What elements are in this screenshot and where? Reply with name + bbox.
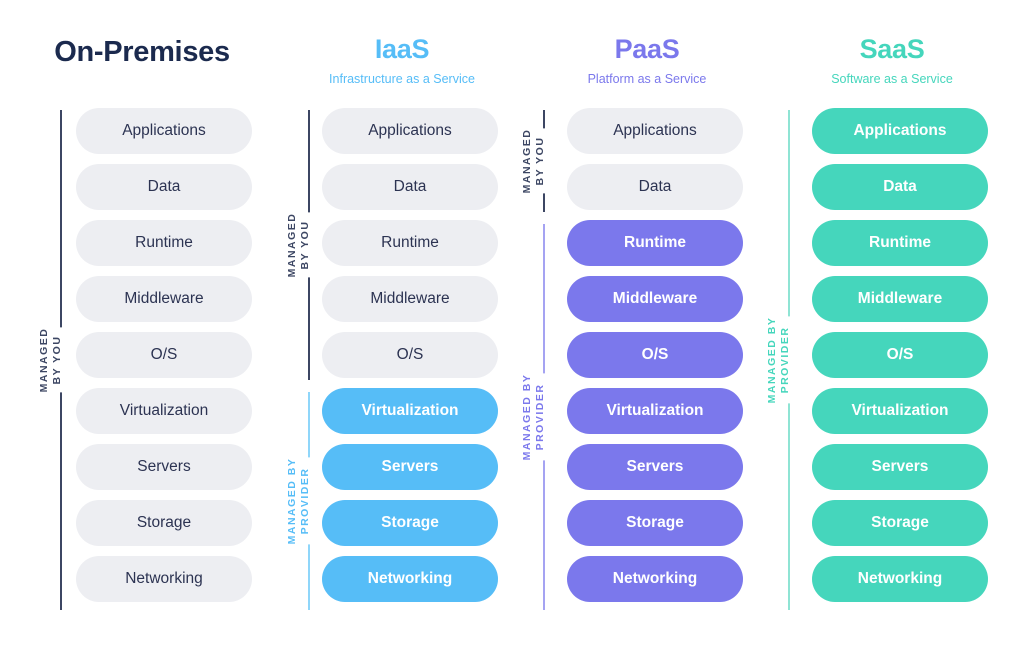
bracket-label-line-1: MANAGED	[286, 212, 298, 278]
bracket-label-line-1: MANAGED BY	[521, 373, 533, 461]
column-on-premises: On-Premises MANAGED BY YOU Applications …	[18, 0, 266, 661]
column-subtitle-paas: Platform as a Service	[587, 72, 707, 86]
layer-pill-storage[interactable]: Storage	[567, 500, 743, 546]
layer-pill-storage[interactable]: Storage	[812, 500, 988, 546]
column-title-on-premises: On-Premises	[54, 36, 230, 68]
layer-pill-data[interactable]: Data	[567, 164, 743, 210]
layer-pill-servers[interactable]: Servers	[567, 444, 743, 490]
column-header-paas: PaaS Platform as a Service	[523, 36, 771, 86]
column-subtitle-saas: Software as a Service	[831, 72, 953, 86]
layer-pill-data[interactable]: Data	[76, 164, 252, 210]
layer-pill-storage[interactable]: Storage	[76, 500, 252, 546]
bracket-label: MANAGED BY PROVIDER	[279, 457, 319, 545]
bracket-label-line-2: BY YOU	[534, 136, 546, 186]
layer-pill-applications[interactable]: Applications	[76, 108, 252, 154]
layer-pill-networking[interactable]: Networking	[812, 556, 988, 602]
column-subtitle-iaas: Infrastructure as a Service	[329, 72, 475, 86]
layer-stack-iaas: Applications Data Runtime Middleware O/S…	[322, 108, 498, 602]
column-title-paas: PaaS	[614, 34, 680, 64]
layer-pill-runtime[interactable]: Runtime	[567, 220, 743, 266]
bracket-label: MANAGED BY YOU	[514, 128, 554, 194]
layer-pill-os[interactable]: O/S	[812, 332, 988, 378]
column-iaas: IaaS Infrastructure as a Service MANAGED…	[278, 0, 526, 661]
bracket-label-line-2: PROVIDER	[779, 326, 791, 394]
column-header-iaas: IaaS Infrastructure as a Service	[278, 36, 526, 86]
layer-pill-virtualization[interactable]: Virtualization	[322, 388, 498, 434]
column-title-iaas: IaaS	[374, 34, 430, 64]
bracket-label-line-1: MANAGED	[38, 327, 50, 393]
layer-pill-middleware[interactable]: Middleware	[812, 276, 988, 322]
bracket-paas-managed-by-provider: MANAGED BY PROVIDER	[513, 224, 555, 610]
layer-pill-networking[interactable]: Networking	[76, 556, 252, 602]
layer-pill-servers[interactable]: Servers	[76, 444, 252, 490]
bracket-label-line-1: MANAGED BY	[766, 316, 778, 404]
bracket-label: MANAGED BY YOU	[279, 212, 319, 278]
bracket-on-premises-managed-by-you: MANAGED BY YOU	[30, 110, 72, 610]
layer-pill-middleware[interactable]: Middleware	[567, 276, 743, 322]
layer-pill-os[interactable]: O/S	[322, 332, 498, 378]
layer-pill-data[interactable]: Data	[812, 164, 988, 210]
layer-pill-os[interactable]: O/S	[567, 332, 743, 378]
bracket-label-line-2: BY YOU	[51, 335, 63, 385]
bracket-label-line-1: MANAGED	[521, 128, 533, 194]
layer-stack-paas: Applications Data Runtime Middleware O/S…	[567, 108, 743, 602]
column-paas: PaaS Platform as a Service MANAGED BY YO…	[514, 0, 771, 661]
bracket-label-line-1: MANAGED BY	[286, 457, 298, 545]
bracket-iaas-managed-by-you: MANAGED BY YOU	[278, 110, 320, 380]
cloud-service-model-diagram: On-Premises MANAGED BY YOU Applications …	[0, 0, 1024, 661]
layer-pill-applications[interactable]: Applications	[322, 108, 498, 154]
layer-pill-storage[interactable]: Storage	[322, 500, 498, 546]
layer-pill-applications[interactable]: Applications	[812, 108, 988, 154]
layer-pill-servers[interactable]: Servers	[812, 444, 988, 490]
column-header-on-premises: On-Premises	[18, 38, 266, 67]
layer-stack-on-premises: Applications Data Runtime Middleware O/S…	[76, 108, 252, 602]
layer-pill-applications[interactable]: Applications	[567, 108, 743, 154]
layer-pill-virtualization[interactable]: Virtualization	[812, 388, 988, 434]
bracket-label: MANAGED BY PROVIDER	[759, 316, 799, 404]
layer-pill-runtime[interactable]: Runtime	[322, 220, 498, 266]
layer-pill-networking[interactable]: Networking	[567, 556, 743, 602]
bracket-label-line-2: PROVIDER	[299, 467, 311, 535]
bracket-iaas-managed-by-provider: MANAGED BY PROVIDER	[278, 392, 320, 610]
layer-pill-virtualization[interactable]: Virtualization	[567, 388, 743, 434]
layer-pill-data[interactable]: Data	[322, 164, 498, 210]
layer-pill-runtime[interactable]: Runtime	[812, 220, 988, 266]
bracket-paas-managed-by-you: MANAGED BY YOU	[513, 110, 555, 212]
bracket-saas-managed-by-provider: MANAGED BY PROVIDER	[758, 110, 800, 610]
layer-pill-virtualization[interactable]: Virtualization	[76, 388, 252, 434]
layer-pill-middleware[interactable]: Middleware	[322, 276, 498, 322]
layer-stack-saas: Applications Data Runtime Middleware O/S…	[812, 108, 988, 602]
bracket-label-line-2: PROVIDER	[534, 383, 546, 451]
bracket-label-line-2: BY YOU	[299, 220, 311, 270]
bracket-label: MANAGED BY YOU	[31, 327, 71, 393]
column-saas: SaaS Software as a Service MANAGED BY PR…	[759, 0, 1016, 661]
bracket-label: MANAGED BY PROVIDER	[514, 373, 554, 461]
layer-pill-servers[interactable]: Servers	[322, 444, 498, 490]
column-title-saas: SaaS	[859, 34, 925, 64]
layer-pill-middleware[interactable]: Middleware	[76, 276, 252, 322]
column-header-saas: SaaS Software as a Service	[768, 36, 1016, 86]
layer-pill-os[interactable]: O/S	[76, 332, 252, 378]
layer-pill-runtime[interactable]: Runtime	[76, 220, 252, 266]
layer-pill-networking[interactable]: Networking	[322, 556, 498, 602]
